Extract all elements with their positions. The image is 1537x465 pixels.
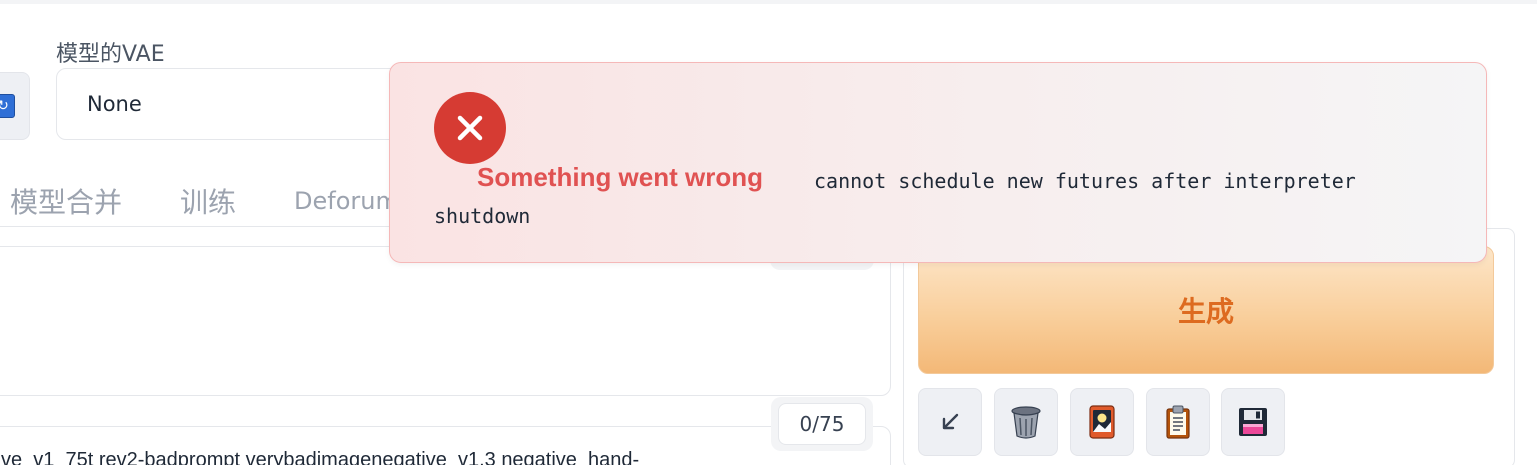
read-params-button[interactable] — [918, 388, 982, 456]
vae-label: 模型的VAE — [56, 42, 165, 67]
error-icon[interactable] — [434, 92, 506, 164]
arrow-down-left-icon — [942, 413, 959, 430]
save-style-button[interactable] — [1221, 388, 1285, 456]
clipboard-icon — [1166, 405, 1190, 439]
vae-dropdown-value: None — [87, 92, 142, 116]
error-title: Something went wrong — [477, 162, 763, 192]
refresh-icon: ↻ — [0, 94, 15, 118]
webui-page: ↻ 模型的VAE None 模型合并 训练 Deforum ve_v1_75t … — [0, 0, 1537, 465]
image-card-icon — [1089, 405, 1115, 439]
top-strip — [0, 0, 1537, 4]
generate-button[interactable]: 生成 — [918, 246, 1494, 374]
negative-prompt-textarea[interactable]: ve_v1_75t rev2-badprompt verybadimageneg… — [0, 426, 891, 465]
extra-networks-button[interactable] — [1070, 388, 1134, 456]
tab-train[interactable]: 训练 — [180, 181, 236, 221]
token-counter: 0/75 — [778, 403, 866, 445]
prompt-textarea[interactable] — [0, 246, 891, 396]
error-message-line-1: cannot schedule new futures after interp… — [814, 169, 1356, 193]
error-toast: Something went wrong cannot schedule new… — [389, 62, 1487, 263]
floppy-disk-icon — [1239, 408, 1267, 436]
tab-checkpoint-merger[interactable]: 模型合并 — [10, 181, 122, 221]
close-icon — [457, 115, 483, 141]
negative-prompt-text: ve_v1_75t rev2-badprompt verybadimageneg… — [1, 449, 640, 465]
apply-style-button[interactable] — [1146, 388, 1210, 456]
tab-deforum[interactable]: Deforum — [294, 187, 399, 215]
error-message-line-2: shutdown — [434, 204, 531, 228]
clear-prompt-button[interactable] — [994, 388, 1058, 456]
refresh-vae-button[interactable]: ↻ — [0, 72, 30, 140]
trash-icon — [1011, 406, 1041, 439]
